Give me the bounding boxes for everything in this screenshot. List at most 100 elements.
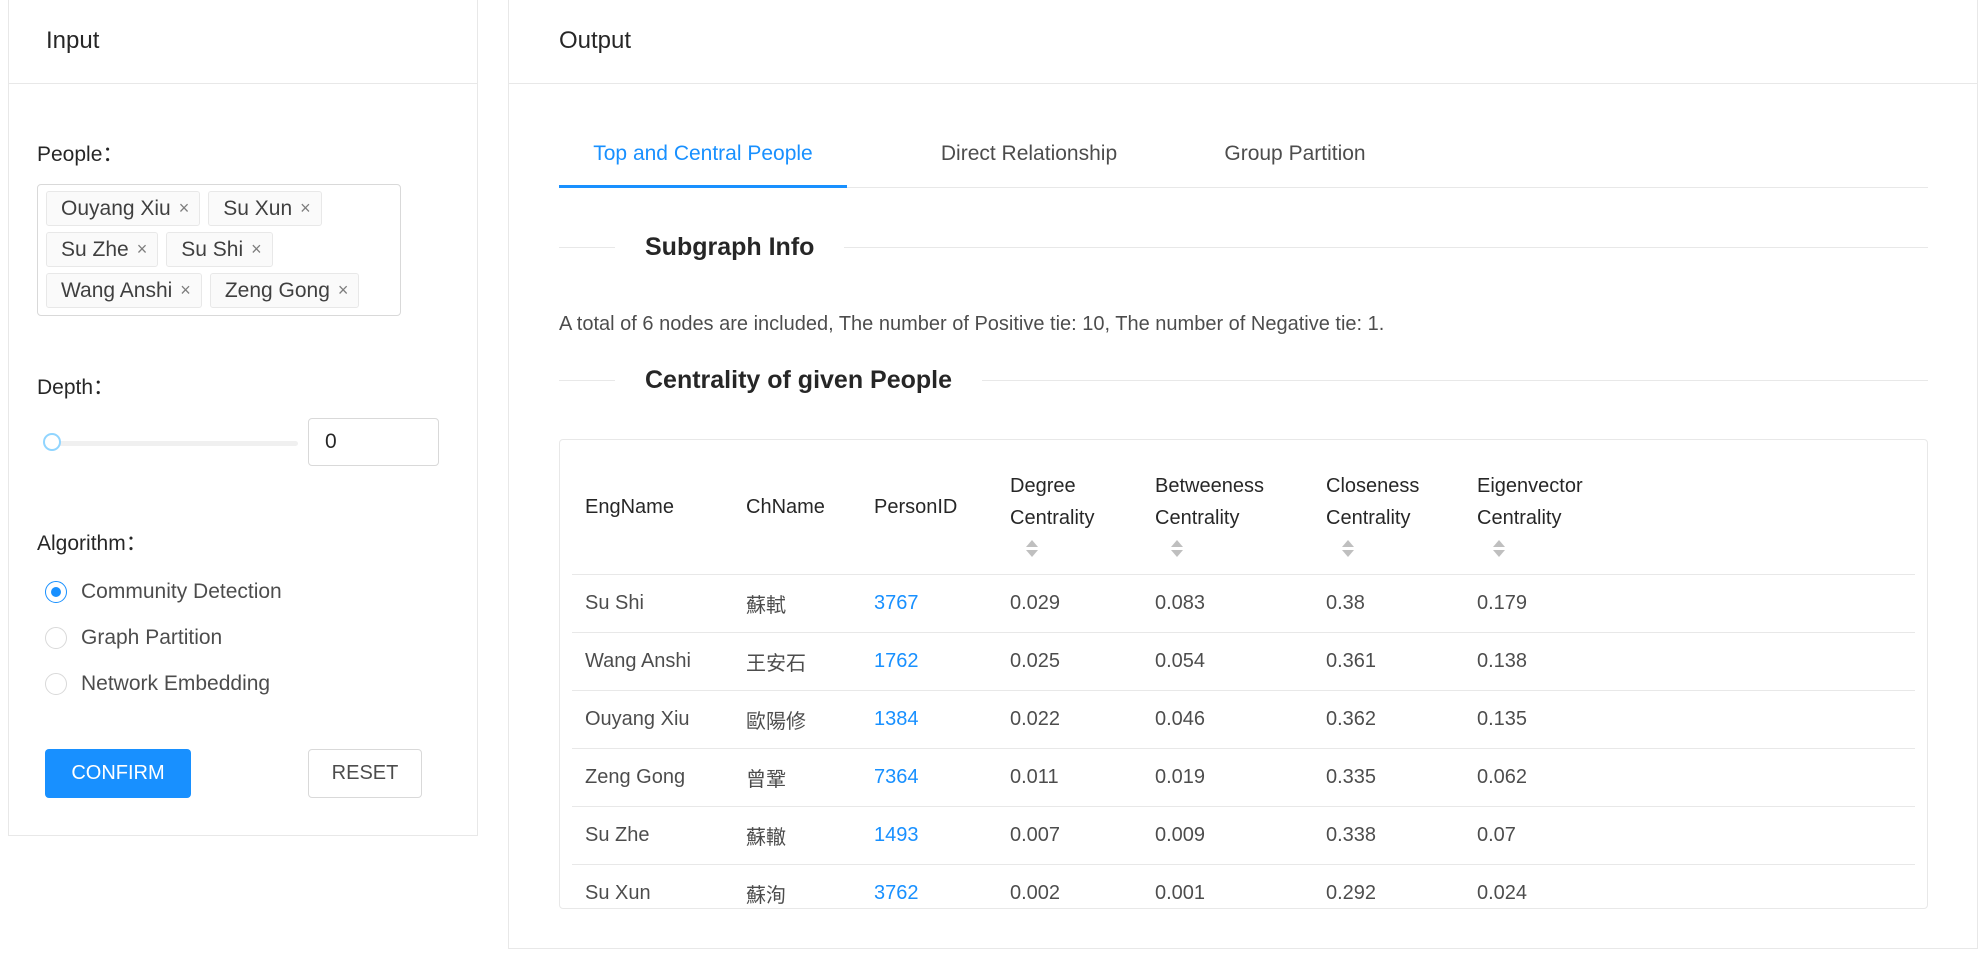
table-header-row: EngName ChName PersonID Degree Centralit… [572, 440, 1915, 575]
table-row: Su Xun 蘇洵 3762 0.002 0.001 0.292 0.024 [572, 865, 1915, 923]
cell-closeness: 0.362 [1313, 690, 1464, 749]
divider-line [844, 247, 1928, 248]
close-icon[interactable]: × [180, 280, 191, 301]
table-row: Su Zhe 蘇轍 1493 0.007 0.009 0.338 0.07 [572, 806, 1915, 865]
column-header-label: EngName [585, 496, 674, 518]
reset-button[interactable]: RESET [308, 749, 422, 798]
person-id-link[interactable]: 1762 [861, 632, 997, 691]
person-tag-label: Ouyang Xiu [61, 196, 171, 220]
cell-chname: 歐陽修 [733, 690, 861, 749]
close-icon[interactable]: × [300, 198, 311, 219]
person-tag: Su Shi × [166, 232, 273, 267]
close-icon[interactable]: × [251, 239, 262, 260]
cell-chname: 王安石 [733, 632, 861, 691]
person-tag: Su Zhe × [46, 232, 159, 267]
tab-direct-relationship[interactable]: Direct Relationship [919, 120, 1139, 188]
cell-chname: 蘇轍 [733, 806, 861, 865]
cell-degree: 0.007 [997, 806, 1142, 865]
output-panel: Output Top and Central People Direct Rel… [508, 0, 1978, 949]
person-id-link[interactable]: 7364 [861, 748, 997, 807]
column-header-label: Betweeness [1155, 474, 1264, 497]
cell-engname: Su Shi [572, 574, 733, 633]
cell-betweeness: 0.046 [1142, 690, 1313, 749]
radio-community-detection[interactable]: Community Detection [45, 580, 282, 604]
column-header-eigenvector[interactable]: Eigenvector Centrality [1464, 440, 1915, 575]
close-icon[interactable]: × [338, 280, 349, 301]
input-panel-title: Input [9, 0, 477, 84]
column-header-chname: ChName [733, 440, 861, 575]
close-icon[interactable]: × [179, 198, 190, 219]
column-header-label: Eigenvector [1477, 474, 1583, 497]
algorithm-label: Algorithm： [37, 532, 147, 555]
confirm-button[interactable]: CONFIRM [45, 749, 191, 798]
depth-slider-handle[interactable] [43, 433, 61, 451]
radio-label: Community Detection [81, 580, 282, 603]
cell-chname: 曾鞏 [733, 748, 861, 807]
cell-closeness: 0.335 [1313, 748, 1464, 807]
cell-eigenvector: 0.07 [1464, 806, 1915, 865]
cell-degree: 0.011 [997, 748, 1142, 807]
radio-network-embedding[interactable]: Network Embedding [45, 672, 270, 696]
column-header-label: Centrality [1010, 506, 1095, 529]
cell-closeness: 0.292 [1326, 882, 1377, 904]
column-header-personid: PersonID [861, 440, 997, 575]
column-header-closeness[interactable]: Closeness Centrality [1313, 440, 1464, 575]
subgraph-summary: A total of 6 nodes are included, The num… [559, 313, 1385, 335]
cell-chname: 蘇洵 [746, 885, 786, 907]
output-tabs: Top and Central People Direct Relationsh… [559, 120, 1928, 188]
person-tag: Wang Anshi × [46, 273, 202, 308]
person-id-link[interactable]: 3762 [861, 865, 997, 923]
column-header-label: Centrality [1155, 506, 1240, 529]
people-select[interactable]: Ouyang Xiu × Su Xun × Su Zhe × Su Shi × … [37, 184, 401, 316]
cell-eigenvector: 0.135 [1464, 690, 1915, 749]
sort-icon[interactable] [1493, 539, 1505, 557]
cell-eigenvector: 0.179 [1464, 574, 1915, 633]
cell-eigenvector: 0.062 [1464, 748, 1915, 807]
cell-betweeness: 0.009 [1142, 806, 1313, 865]
sort-icon[interactable] [1026, 539, 1038, 557]
radio-graph-partition[interactable]: Graph Partition [45, 626, 222, 650]
cell-engname: Ouyang Xiu [572, 690, 733, 749]
column-header-degree[interactable]: Degree Centrality [997, 440, 1142, 575]
person-tag-label: Su Shi [181, 237, 244, 261]
person-tag: Ouyang Xiu × [46, 191, 201, 226]
person-id-link[interactable]: 1384 [861, 690, 997, 749]
person-id-link[interactable]: 1493 [861, 806, 997, 865]
close-icon[interactable]: × [137, 239, 148, 260]
sort-icon[interactable] [1171, 539, 1183, 557]
column-header-betweeness[interactable]: Betweeness Centrality [1142, 440, 1313, 575]
cell-degree: 0.029 [997, 574, 1142, 633]
person-tag-label: Wang Anshi [61, 278, 173, 302]
depth-input[interactable] [308, 418, 439, 466]
cell-betweeness: 0.083 [1142, 574, 1313, 633]
centrality-table: EngName ChName PersonID Degree Centralit… [572, 440, 1915, 922]
radio-label: Network Embedding [81, 672, 271, 695]
radio-checked-icon[interactable] [45, 581, 67, 603]
person-tag-label: Zeng Gong [224, 278, 330, 302]
cell-degree: 0.025 [997, 632, 1142, 691]
depth-slider-track[interactable] [50, 441, 298, 446]
subgraph-title: Subgraph Info [645, 233, 815, 261]
cell-eigenvector: 0.024 [1477, 882, 1528, 904]
cell-engname: Zeng Gong [572, 748, 733, 807]
column-header-label: Closeness [1326, 474, 1420, 497]
person-id-link[interactable]: 3767 [861, 574, 997, 633]
cell-closeness: 0.338 [1313, 806, 1464, 865]
table-row: Wang Anshi 王安石 1762 0.025 0.054 0.361 0.… [572, 632, 1915, 691]
column-header-engname: EngName [572, 440, 733, 575]
people-label: People： [37, 143, 124, 166]
tab-top-central-people[interactable]: Top and Central People [559, 120, 847, 188]
cell-eigenvector: 0.138 [1464, 632, 1915, 691]
sort-icon[interactable] [1342, 539, 1354, 557]
radio-unchecked-icon[interactable] [45, 627, 67, 649]
divider-line [559, 247, 615, 248]
radio-unchecked-icon[interactable] [45, 673, 67, 695]
depth-label: Depth： [37, 376, 115, 399]
table-row: Ouyang Xiu 歐陽修 1384 0.022 0.046 0.362 0.… [572, 690, 1915, 749]
cell-chname: 蘇軾 [733, 574, 861, 633]
tab-group-partition[interactable]: Group Partition [1195, 120, 1395, 188]
radio-label: Graph Partition [81, 626, 223, 649]
cell-engname: Su Zhe [572, 806, 733, 865]
person-tag-label: Su Xun [223, 196, 293, 220]
cell-closeness: 0.361 [1313, 632, 1464, 691]
